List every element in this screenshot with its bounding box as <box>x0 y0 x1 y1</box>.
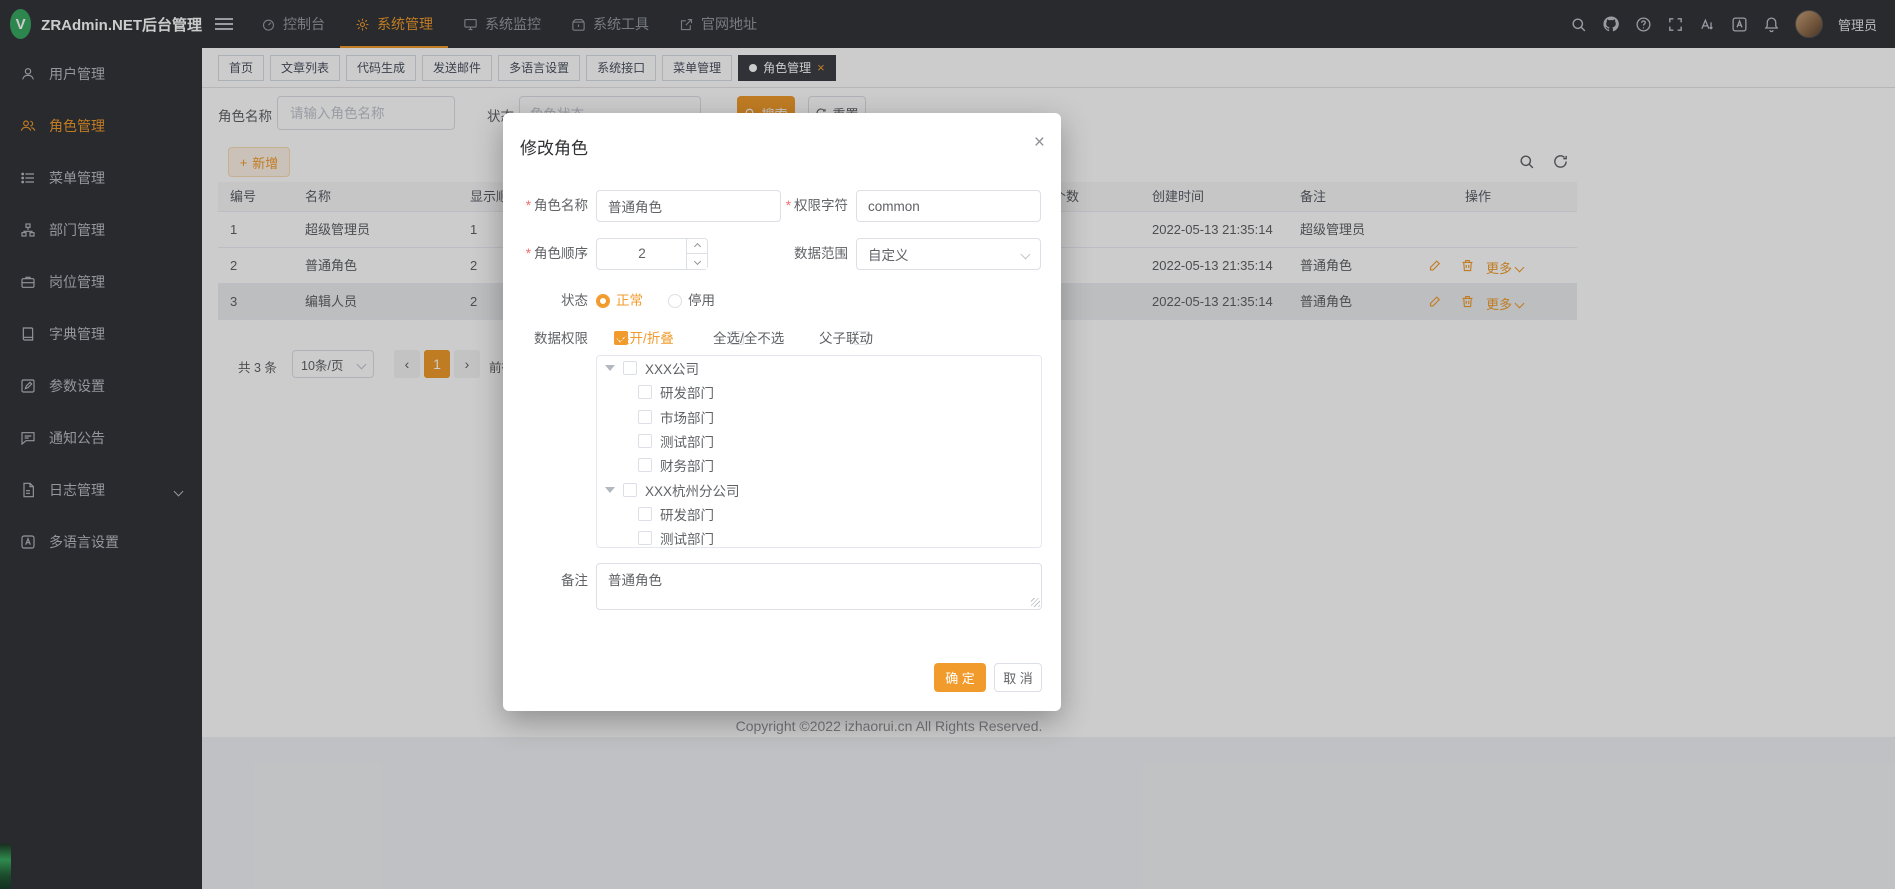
data-scope-value: 自定义 <box>868 244 909 264</box>
tree-node-label: 测试部门 <box>660 431 714 451</box>
role-order-value: 2 <box>597 239 687 269</box>
tree-node-label: 研发部门 <box>660 504 714 524</box>
corner-badge <box>0 844 11 889</box>
role-name-input[interactable] <box>596 190 781 222</box>
decrease-button[interactable] <box>687 254 707 269</box>
app-root: V ZRAdmin.NET后台管理 控制台 系统管理 系统监控 系统工具 <box>0 0 1895 889</box>
confirm-button[interactable]: 确 定 <box>934 663 986 692</box>
tree-checkbox[interactable] <box>638 385 652 399</box>
status-disabled-label[interactable]: 停用 <box>688 291 715 311</box>
tree-checkbox[interactable] <box>638 507 652 521</box>
perm-char-input[interactable] <box>856 190 1041 222</box>
data-permission-label: 数据权限 <box>503 329 588 349</box>
close-icon[interactable]: × <box>1034 133 1045 152</box>
cancel-button[interactable]: 取 消 <box>994 663 1042 692</box>
required-asterisk: * <box>526 198 531 213</box>
tree-node-dept[interactable]: 测试部门 <box>597 429 1041 453</box>
status-disabled-radio[interactable] <box>668 294 682 308</box>
tree-node-dept[interactable]: 研发部门 <box>597 380 1041 404</box>
remark-label: 备注 <box>503 571 588 591</box>
dialog-title: 修改角色 <box>520 134 588 159</box>
tree-checkbox[interactable] <box>638 434 652 448</box>
tree-node-label: XXX公司 <box>645 358 699 378</box>
select-all-label[interactable]: 全选/全不选 <box>713 329 784 349</box>
tree-checkbox[interactable] <box>638 458 652 472</box>
resize-grip-icon[interactable] <box>1031 598 1040 607</box>
stepper-controls <box>686 239 707 269</box>
tree-node-dept[interactable]: 市场部门 <box>597 405 1041 429</box>
expand-collapse-label[interactable]: 展开/折叠 <box>616 329 674 349</box>
tree-checkbox[interactable] <box>638 410 652 424</box>
increase-button[interactable] <box>687 239 707 254</box>
tree-node-label: 财务部门 <box>660 455 714 475</box>
tree-node-dept[interactable]: 测试部门 <box>597 526 1041 548</box>
permission-tree: XXX公司 研发部门 市场部门 测试部门 财务部门 XXX杭州分公司 <box>596 355 1042 548</box>
tree-checkbox[interactable] <box>623 483 637 497</box>
role-order-label: *角色顺序 <box>503 238 588 270</box>
edit-role-dialog: 修改角色 × *角色名称 *权限字符 *角色顺序 2 数据范围 自定义 状态 正… <box>503 113 1061 711</box>
tree-node-company[interactable]: XXX公司 <box>597 356 1041 380</box>
tree-checkbox[interactable] <box>623 361 637 375</box>
chevron-down-icon <box>1021 249 1031 259</box>
required-asterisk: * <box>526 246 531 261</box>
required-asterisk: * <box>786 198 791 213</box>
tree-node-label: 市场部门 <box>660 407 714 427</box>
perm-char-label: *权限字符 <box>758 190 848 222</box>
tree-node-branch[interactable]: XXX杭州分公司 <box>597 478 1041 502</box>
caret-down-icon[interactable] <box>605 487 615 493</box>
tree-node-label: XXX杭州分公司 <box>645 480 740 500</box>
role-name-label: *角色名称 <box>503 190 588 222</box>
status-normal-radio[interactable] <box>596 294 610 308</box>
tree-node-label: 测试部门 <box>660 528 714 548</box>
tree-node-dept[interactable]: 研发部门 <box>597 502 1041 526</box>
status-label: 状态 <box>503 291 588 311</box>
status-normal-label[interactable]: 正常 <box>616 291 643 311</box>
tree-node-label: 研发部门 <box>660 382 714 402</box>
tree-node-dept[interactable]: 财务部门 <box>597 453 1041 477</box>
data-scope-select[interactable]: 自定义 <box>856 238 1041 270</box>
caret-down-icon[interactable] <box>605 365 615 371</box>
remark-textarea[interactable]: 普通角色 <box>596 563 1042 610</box>
role-order-stepper[interactable]: 2 <box>596 238 708 270</box>
data-scope-label: 数据范围 <box>758 238 848 270</box>
parent-child-label[interactable]: 父子联动 <box>819 329 873 349</box>
tree-checkbox[interactable] <box>638 531 652 545</box>
